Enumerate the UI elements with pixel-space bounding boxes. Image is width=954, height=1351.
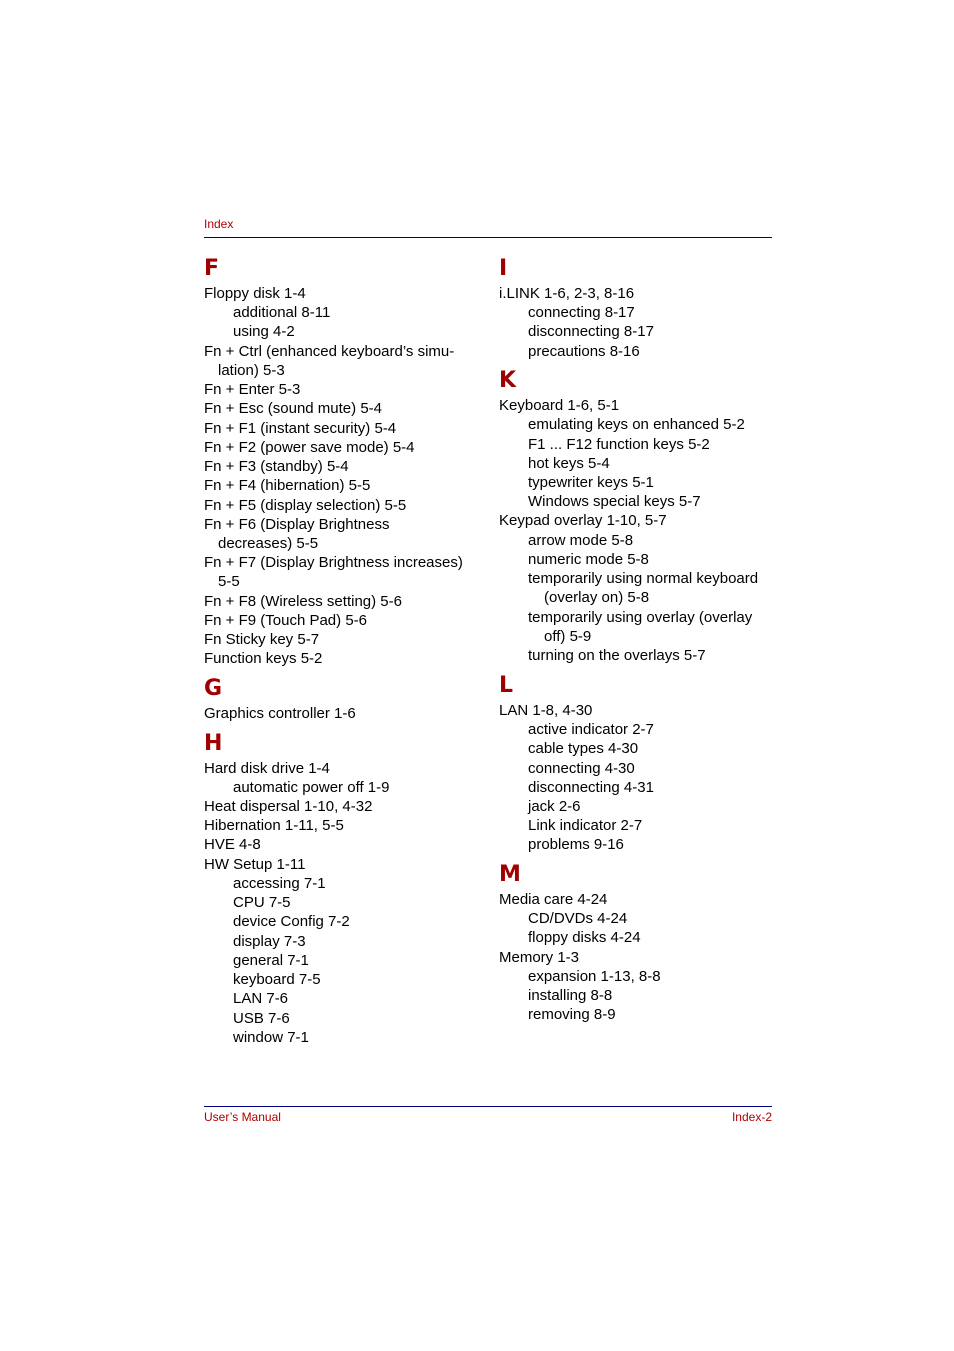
- index-subentry: device Config 7-2: [233, 913, 350, 930]
- index-subentry: jack 2-6: [528, 798, 581, 815]
- section-letter-m: M: [499, 862, 521, 887]
- index-subentry: additional 8-11: [233, 304, 331, 321]
- index-subentry: active indicator 2-7: [528, 721, 654, 738]
- section-letter-l: L: [499, 673, 514, 698]
- index-subentry: automatic power off 1-9: [233, 779, 390, 796]
- index-subentry: LAN 7-6: [233, 990, 289, 1007]
- index-entry: Fn + F7 (Display Brightness increases): [204, 554, 463, 571]
- index-subentry: arrow mode 5-8: [528, 532, 634, 549]
- index-entry-continuation: lation) 5-3: [218, 362, 285, 379]
- index-subentry: disconnecting 4-31: [528, 779, 654, 796]
- index-subentry: temporarily using normal keyboard: [528, 570, 759, 587]
- index-subentry: numeric mode 5-8: [528, 551, 649, 568]
- index-entry: Fn + Enter 5-3: [204, 381, 301, 398]
- running-header: Index: [204, 217, 234, 231]
- section-letter-i: I: [499, 256, 508, 281]
- index-entry: Fn + F5 (display selection) 5-5: [204, 497, 407, 514]
- index-entry: Fn + F8 (Wireless setting) 5-6: [204, 593, 402, 610]
- index-subentry: disconnecting 8-17: [528, 323, 654, 340]
- index-subentry: installing 8-8: [528, 987, 613, 1004]
- index-entry: Fn + F1 (instant security) 5-4: [204, 420, 397, 437]
- index-subentry: problems 9-16: [528, 836, 624, 853]
- index-subentry: connecting 8-17: [528, 304, 635, 321]
- index-entry: Hard disk drive 1-4: [204, 760, 330, 777]
- index-subentry: cable types 4-30: [528, 740, 639, 757]
- section-letter-k: K: [499, 368, 517, 393]
- index-entry: Keyboard 1-6, 5-1: [499, 397, 620, 414]
- index-subentry: display 7-3: [233, 933, 306, 950]
- index-entry: HW Setup 1-11: [204, 856, 306, 873]
- index-entry: Media care 4-24: [499, 891, 608, 908]
- index-subentry: precautions 8-16: [528, 343, 640, 360]
- index-subentry-continuation: (overlay on) 5-8: [544, 589, 650, 606]
- index-subentry: CPU 7-5: [233, 894, 291, 911]
- index-subentry: window 7-1: [233, 1029, 309, 1046]
- index-subentry: removing 8-9: [528, 1006, 616, 1023]
- index-entry: Fn + Ctrl (enhanced keyboard’s simu-: [204, 343, 455, 360]
- index-subentry: general 7-1: [233, 952, 309, 969]
- index-subentry-continuation: off) 5-9: [544, 628, 592, 645]
- index-entry: Fn + F4 (hibernation) 5-5: [204, 477, 371, 494]
- index-subentry: Windows special keys 5-7: [528, 493, 701, 510]
- index-entry: Fn + F6 (Display Brightness: [204, 516, 390, 533]
- index-entry: Fn + Esc (sound mute) 5-4: [204, 400, 382, 417]
- index-entry: Heat dispersal 1-10, 4-32: [204, 798, 373, 815]
- index-entry: Fn Sticky key 5-7: [204, 631, 320, 648]
- index-subentry: hot keys 5-4: [528, 455, 610, 472]
- footer-manual-title: User’s Manual: [204, 1110, 281, 1124]
- index-entry: Fn + F2 (power save mode) 5-4: [204, 439, 415, 456]
- index-subentry: keyboard 7-5: [233, 971, 321, 988]
- index-entry: LAN 1-8, 4-30: [499, 702, 593, 719]
- index-entry: Graphics controller 1-6: [204, 705, 356, 722]
- index-subentry: CD/DVDs 4-24: [528, 910, 628, 927]
- index-entry: i.LINK 1-6, 2-3, 8-16: [499, 285, 635, 302]
- index-subentry: emulating keys on enhanced 5-2: [528, 416, 745, 433]
- index-entry: Fn + F3 (standby) 5-4: [204, 458, 349, 475]
- index-entry: Memory 1-3: [499, 949, 580, 966]
- index-entry-continuation: 5-5: [218, 573, 240, 590]
- section-letter-h: H: [204, 731, 223, 756]
- index-subentry: USB 7-6: [233, 1010, 290, 1027]
- index-subentry: using 4-2: [233, 323, 295, 340]
- index-subentry: Link indicator 2-7: [528, 817, 643, 834]
- footer-rule: [204, 1106, 772, 1107]
- index-entry: Fn + F9 (Touch Pad) 5-6: [204, 612, 367, 629]
- index-entry: Function keys 5-2: [204, 650, 323, 667]
- index-subentry: expansion 1-13, 8-8: [528, 968, 661, 985]
- index-subentry: connecting 4-30: [528, 760, 635, 777]
- section-letter-g: G: [204, 676, 223, 701]
- index-entry-continuation: decreases) 5-5: [218, 535, 319, 552]
- section-letter-f: F: [204, 256, 220, 281]
- index-subentry: turning on the overlays 5-7: [528, 647, 706, 664]
- index-entry: Floppy disk 1-4: [204, 285, 306, 302]
- footer-page-number: Index-2: [731, 1110, 772, 1124]
- index-entry: HVE 4-8: [204, 836, 261, 853]
- index-subentry: accessing 7-1: [233, 875, 326, 892]
- index-entry: Hibernation 1-11, 5-5: [204, 817, 344, 834]
- index-subentry: floppy disks 4-24: [528, 929, 641, 946]
- header-rule: [204, 237, 772, 238]
- index-subentry: typewriter keys 5-1: [528, 474, 654, 491]
- index-subentry: F1 ... F12 function keys 5-2: [528, 436, 710, 453]
- index-subentry: temporarily using overlay (overlay: [528, 609, 753, 626]
- index-entry: Keypad overlay 1-10, 5-7: [499, 512, 667, 529]
